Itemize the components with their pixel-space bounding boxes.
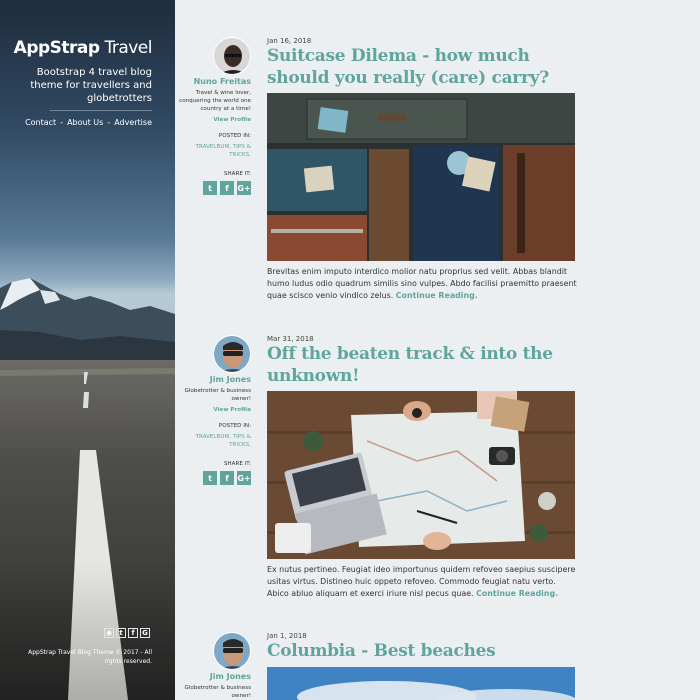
rss-icon[interactable]: ◉ [104, 628, 114, 638]
blog-post: Nuno Freitas Travel & wine lover, conque… [175, 37, 700, 307]
sidebar-nav: Contact - About Us - Advertise [0, 118, 152, 127]
share-buttons: t f G+ [203, 181, 251, 195]
author-bio: Globetrotter & business owner! [184, 685, 251, 699]
post-tags[interactable]: TRAVELBUM, TIPS & TRICKS, [189, 433, 251, 449]
author-avatar[interactable] [213, 632, 251, 670]
post-date: Jan 1, 2018 [267, 632, 307, 640]
sidebar-overlay [0, 0, 175, 700]
copyright-text: AppStrap Travel Blog Theme © 2017 - All … [28, 649, 152, 665]
post-image-map[interactable] [267, 391, 575, 559]
facebook-icon[interactable]: f [128, 628, 138, 638]
nav-link-contact[interactable]: Contact [25, 118, 56, 127]
google-plus-share-icon[interactable]: G+ [237, 181, 251, 195]
post-date: Mar 31, 2018 [267, 335, 314, 343]
author-name[interactable]: Jim Jones [210, 672, 251, 681]
nav-separator: - [60, 118, 64, 127]
post-excerpt: Ex nutus pertineo. Feugiat ideo importun… [267, 564, 577, 600]
sidebar: AppStrap Travel Bootstrap 4 travel blog … [0, 0, 175, 700]
facebook-share-icon[interactable]: f [220, 181, 234, 195]
share-label: SHARE IT: [223, 171, 251, 177]
nav-separator: - [107, 118, 111, 127]
brand-name-bold: AppStrap [13, 38, 100, 58]
author-avatar[interactable] [213, 37, 251, 75]
facebook-share-icon[interactable]: f [220, 471, 234, 485]
twitter-icon[interactable]: t [116, 628, 126, 638]
brand-name-light: Travel [99, 38, 152, 58]
author-name[interactable]: Jim Jones [210, 375, 251, 384]
share-buttons: t f G+ [203, 471, 251, 485]
share-label: SHARE IT: [223, 461, 251, 467]
nav-link-about[interactable]: About Us [67, 118, 103, 127]
continue-reading-link[interactable]: Continue Reading. [396, 291, 478, 300]
blog-post: Jim Jones Globetrotter & business owner!… [175, 632, 700, 700]
post-title[interactable]: Columbia - Best beaches [267, 640, 577, 662]
post-title[interactable]: Off the beaten track & into the unknown! [267, 343, 577, 387]
brand-logo[interactable]: AppStrap Travel [0, 38, 153, 58]
view-profile-link[interactable]: View Profile [213, 407, 251, 413]
google-plus-icon[interactable]: G [140, 628, 150, 638]
view-profile-link[interactable]: View Profile [213, 117, 251, 123]
nav-link-advertise[interactable]: Advertise [114, 118, 152, 127]
site-tagline: Bootstrap 4 travel blog theme for travel… [30, 67, 152, 104]
sidebar-divider [50, 110, 152, 111]
post-image-beach[interactable] [267, 667, 575, 700]
author-bio: Travel & wine lover, conquering the worl… [179, 90, 251, 112]
sidebar-social-links: ◉ t f G [104, 628, 150, 638]
google-plus-share-icon[interactable]: G+ [237, 471, 251, 485]
twitter-share-icon[interactable]: t [203, 471, 217, 485]
post-excerpt: Brevitas enim imputo interdico molior na… [267, 266, 577, 302]
author-name[interactable]: Nuno Freitas [194, 77, 251, 86]
post-title[interactable]: Suitcase Dilema - how much should you re… [267, 45, 577, 89]
author-bio: Globetrotter & business owner! [184, 388, 251, 402]
continue-reading-link[interactable]: Continue Reading. [476, 589, 558, 598]
post-tags[interactable]: TRAVELBUM, TIPS & TRICKS, [189, 143, 251, 159]
post-image-suitcases[interactable] [267, 93, 575, 261]
post-date: Jan 16, 2018 [267, 37, 312, 45]
author-avatar[interactable] [213, 335, 251, 373]
posted-in-label: POSTED IN: [218, 423, 251, 429]
twitter-share-icon[interactable]: t [203, 181, 217, 195]
blog-post: Jim Jones Globetrotter & business owner!… [175, 335, 700, 605]
posted-in-label: POSTED IN: [218, 133, 251, 139]
